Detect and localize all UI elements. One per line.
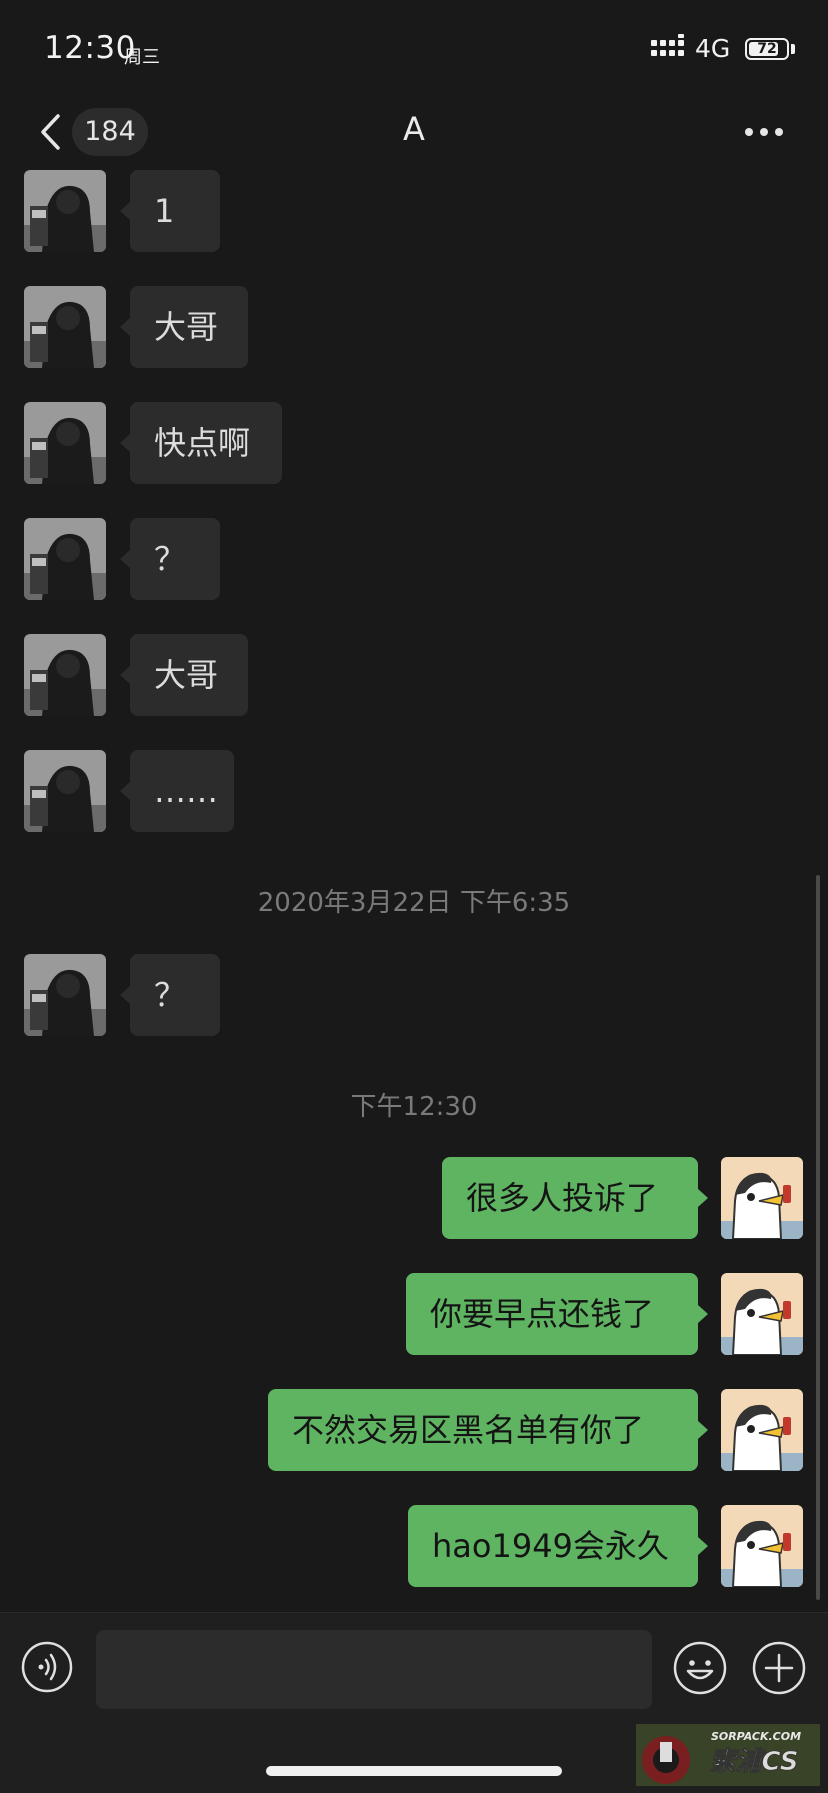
my-avatar[interactable]: [721, 1389, 803, 1471]
contact-avatar[interactable]: [24, 402, 106, 484]
my-avatar[interactable]: [721, 1273, 803, 1355]
contact-avatar[interactable]: [24, 286, 106, 368]
signal-icon: [651, 34, 684, 56]
battery-icon: 72: [745, 38, 789, 60]
message-input[interactable]: [96, 1630, 652, 1709]
status-time: 12:30: [44, 30, 136, 66]
message-bubble-incoming[interactable]: 大哥: [120, 286, 248, 368]
more-icon[interactable]: [744, 120, 784, 144]
contact-avatar[interactable]: [24, 634, 106, 716]
battery-level: 72: [757, 41, 777, 57]
message-bubble-outgoing[interactable]: hao1949会永久: [408, 1505, 708, 1587]
network-type: 4G: [695, 34, 731, 63]
scrollbar[interactable]: [816, 875, 820, 1600]
watermark-url: SORPACK.COM: [711, 1730, 801, 1743]
status-day: 周三: [124, 47, 160, 68]
timestamp: 下午12:30: [350, 1092, 478, 1122]
contact-avatar[interactable]: [24, 750, 106, 832]
timestamp: 2020年3月22日 下午6:35: [257, 888, 571, 918]
contact-avatar[interactable]: [24, 170, 106, 252]
battery-tip: [791, 44, 795, 54]
contact-avatar[interactable]: [24, 518, 106, 600]
chat-title: A: [403, 110, 425, 148]
message-bubble-incoming[interactable]: 1: [120, 170, 220, 252]
message-bubble-incoming[interactable]: 大哥: [120, 634, 248, 716]
my-avatar[interactable]: [721, 1157, 803, 1239]
message-bubble-outgoing[interactable]: 不然交易区黑名单有你了: [268, 1389, 708, 1471]
message-bubble-outgoing[interactable]: 很多人投诉了: [442, 1157, 708, 1239]
emoji-icon[interactable]: [673, 1641, 727, 1695]
message-bubble-outgoing[interactable]: 你要早点还钱了: [406, 1273, 708, 1355]
watermark-brand: 索浦CS: [710, 1747, 799, 1777]
message-bubble-incoming[interactable]: ？: [120, 518, 220, 600]
message-bubble-incoming[interactable]: 快点啊: [120, 402, 282, 484]
my-avatar[interactable]: [721, 1505, 803, 1587]
message-bubble-incoming[interactable]: ……: [120, 750, 234, 832]
message-bubble-incoming[interactable]: ？: [120, 954, 220, 1036]
plus-icon[interactable]: [752, 1641, 806, 1695]
home-indicator[interactable]: [266, 1766, 562, 1776]
contact-avatar[interactable]: [24, 954, 106, 1036]
voice-icon[interactable]: [21, 1641, 73, 1693]
watermark-logo: SORPACK.COM 索浦CS: [636, 1724, 820, 1786]
